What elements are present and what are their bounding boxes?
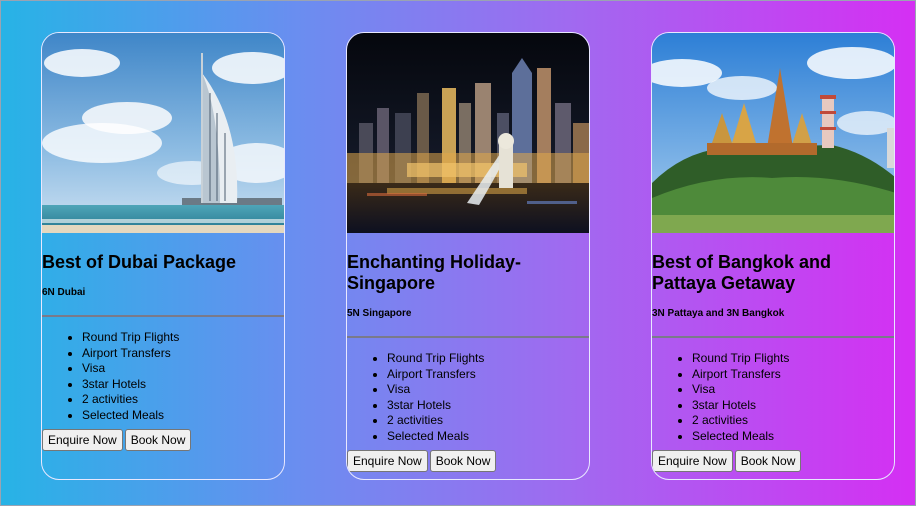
packages-page: Best of Dubai Package 6N Dubai Round Tri… (0, 0, 916, 506)
package-title: Best of Bangkok and Pattaya Getaway (652, 252, 832, 293)
package-actions: Enquire Now Book Now (652, 450, 894, 472)
enquire-now-button[interactable]: Enquire Now (347, 450, 428, 472)
feature-item: 2 activities (82, 392, 284, 408)
bangkok-photo (652, 33, 894, 233)
feature-item: Selected Meals (387, 429, 589, 445)
divider (652, 336, 894, 338)
divider (347, 336, 589, 338)
package-nights: 5N Singapore (347, 308, 412, 319)
feature-item: 3star Hotels (82, 377, 284, 393)
feature-item: 2 activities (387, 413, 589, 429)
feature-item: Round Trip Flights (82, 330, 284, 346)
package-title: Best of Dubai Package (42, 252, 237, 272)
package-card-singapore: Enchanting Holiday-Singapore 5N Singapor… (346, 32, 590, 480)
feature-item: Round Trip Flights (387, 351, 589, 367)
singapore-photo (347, 33, 589, 233)
package-features-list: Round Trip Flights Airport Transfers Vis… (652, 351, 894, 445)
feature-item: Visa (692, 382, 894, 398)
book-now-button[interactable]: Book Now (734, 450, 802, 472)
feature-item: Visa (387, 382, 589, 398)
feature-item: Airport Transfers (387, 367, 589, 383)
package-nights: 6N Dubai (42, 287, 86, 298)
enquire-now-button[interactable]: Enquire Now (42, 429, 123, 451)
dubai-photo (42, 33, 284, 233)
divider (42, 315, 284, 317)
package-title: Enchanting Holiday-Singapore (347, 252, 522, 293)
feature-item: Visa (82, 361, 284, 377)
enquire-now-button[interactable]: Enquire Now (652, 450, 733, 472)
book-now-button[interactable]: Book Now (429, 450, 497, 472)
feature-item: Round Trip Flights (692, 351, 894, 367)
feature-item: 3star Hotels (692, 398, 894, 414)
package-features-list: Round Trip Flights Airport Transfers Vis… (42, 330, 284, 424)
feature-item: 3star Hotels (387, 398, 589, 414)
package-actions: Enquire Now Book Now (42, 429, 284, 451)
package-card-bangkok: Best of Bangkok and Pattaya Getaway 3N P… (651, 32, 895, 480)
feature-item: Selected Meals (82, 408, 284, 424)
package-features-list: Round Trip Flights Airport Transfers Vis… (347, 351, 589, 445)
feature-item: 2 activities (692, 413, 894, 429)
feature-item: Selected Meals (692, 429, 894, 445)
book-now-button[interactable]: Book Now (124, 429, 192, 451)
package-nights: 3N Pattaya and 3N Bangkok (652, 308, 785, 319)
feature-item: Airport Transfers (692, 367, 894, 383)
feature-item: Airport Transfers (82, 346, 284, 362)
package-card-dubai: Best of Dubai Package 6N Dubai Round Tri… (41, 32, 285, 480)
package-actions: Enquire Now Book Now (347, 450, 589, 472)
